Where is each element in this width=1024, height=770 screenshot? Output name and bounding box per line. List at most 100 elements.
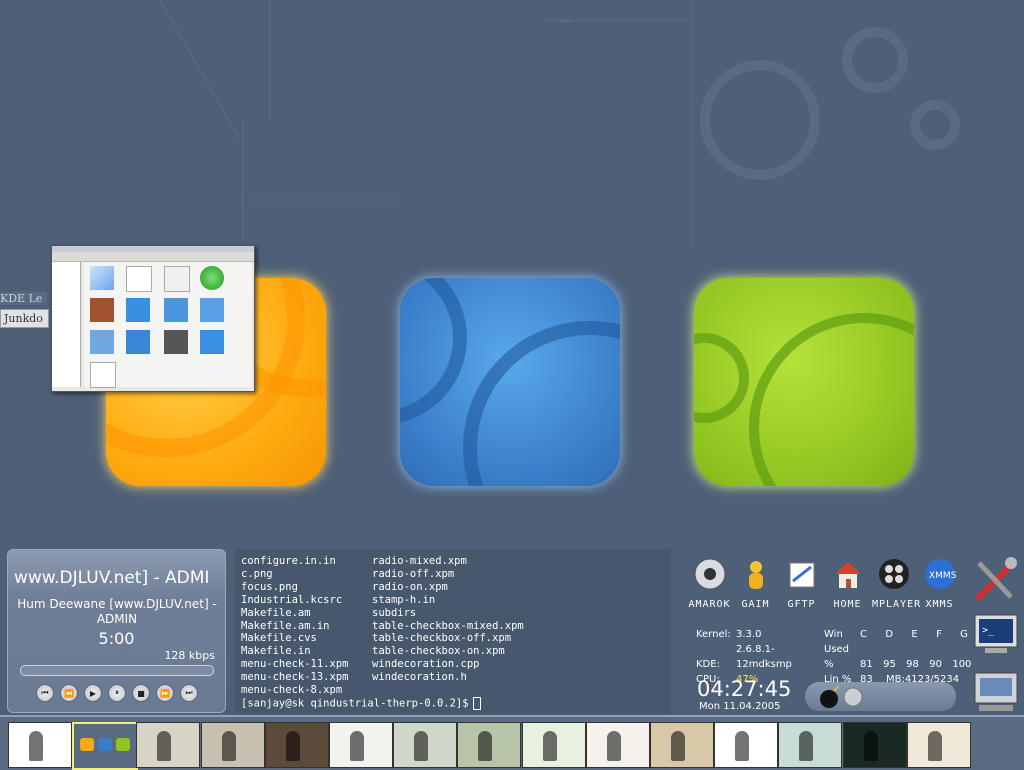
terminal-line: radio-on.xpm xyxy=(372,580,448,593)
forward-button[interactable]: ⏩ xyxy=(156,684,174,702)
launcher-gftp[interactable]: GFTP xyxy=(780,557,823,610)
rewind-button[interactable]: ⏪ xyxy=(60,684,78,702)
terminal-prompt[interactable]: [sanjay@sk qindustrial-therp-0.0.2]$ xyxy=(241,697,481,710)
pause-button[interactable]: ⏸ xyxy=(108,684,126,702)
desktop-thumbnail[interactable] xyxy=(585,722,650,768)
win-label: Win xyxy=(824,629,843,640)
document-icon[interactable] xyxy=(164,266,190,292)
desktop-thumbnail[interactable] xyxy=(650,722,714,768)
terminal-line: focus.png xyxy=(241,580,298,593)
kcontrol-icon[interactable] xyxy=(971,667,1021,717)
tools-icon[interactable] xyxy=(971,555,1021,605)
terminal-line: radio-off.xpm xyxy=(372,567,455,580)
terminal-line: c.png xyxy=(241,567,273,580)
kde-version-value: 2.6.8.1-12mdksmp xyxy=(736,644,792,670)
green-tile xyxy=(694,278,914,486)
previous-button[interactable]: ⏮ xyxy=(36,684,54,702)
launcher-label: AMAROK xyxy=(688,599,731,610)
desktop-thumbnail[interactable] xyxy=(8,722,72,768)
terminal-line: subdirs xyxy=(372,606,417,619)
terminal-line: table-checkbox-on.xpm xyxy=(372,645,505,658)
player-title-scroll: www.DJLUV.net] - ADMI xyxy=(14,568,210,588)
player-bitrate: 128 kbps xyxy=(164,649,215,662)
xmms-icon: XMMS xyxy=(924,559,956,589)
terminal-line: menu-check-11.xpm xyxy=(241,658,349,671)
amarok-icon xyxy=(694,558,725,590)
terminal-line: stamp-h.in xyxy=(372,593,436,606)
refresh-icon[interactable] xyxy=(200,266,224,290)
clock-time: 04:27:45 xyxy=(697,677,792,701)
bomb-icon[interactable] xyxy=(815,682,875,711)
file-icon[interactable] xyxy=(90,266,114,290)
launcher-mplayer[interactable]: MPLAYER xyxy=(872,557,922,610)
konqueror-window-thumbnail[interactable] xyxy=(51,245,255,392)
image-icon[interactable] xyxy=(126,330,150,354)
launcher-home[interactable]: HOME xyxy=(826,557,869,610)
junk-label[interactable]: Junkdo xyxy=(0,309,49,328)
media-player[interactable]: www.DJLUV.net] - ADMI Hum Deewane [www.D… xyxy=(7,549,226,713)
terminal-icon[interactable]: >_ xyxy=(971,611,1021,661)
kde-version-label: KDE: xyxy=(696,659,720,670)
launcher-label: MPLAYER xyxy=(872,599,922,610)
desktop-thumbnail[interactable] xyxy=(906,722,971,768)
image-icon[interactable] xyxy=(200,298,224,322)
used-values: 81 95 98 90 100 xyxy=(860,659,972,670)
app-launchers: AMAROK GAIM GFTP HOME MPLAYER XMMS XMMS xyxy=(688,557,961,610)
terminal-line: menu-check-13.xpm xyxy=(241,671,349,684)
desktop-thumbnail[interactable] xyxy=(521,722,586,768)
player-progress-bar[interactable] xyxy=(20,665,214,676)
drive-headers: C D E F G xyxy=(860,629,968,640)
taskbar xyxy=(0,715,1024,770)
image-icon[interactable] xyxy=(90,298,114,322)
next-button[interactable]: ⏭ xyxy=(180,684,198,702)
terminal-line: Makefile.am.in xyxy=(241,619,330,632)
desktop-thumbnail[interactable] xyxy=(393,722,458,768)
desktop-thumbnail[interactable] xyxy=(842,722,907,768)
folder-tree[interactable] xyxy=(52,262,81,387)
image-icon[interactable] xyxy=(164,298,188,322)
gaim-icon xyxy=(748,561,763,589)
player-track-name: Hum Deewane [www.DJLUV.net] - ADMIN xyxy=(17,597,217,626)
terminal-line: menu-check-8.xpm xyxy=(241,684,343,697)
document-icon[interactable] xyxy=(126,266,152,292)
stop-button[interactable]: ■ xyxy=(132,684,150,702)
terminal-line: radio-mixed.xpm xyxy=(372,555,467,567)
kde-label[interactable]: KDE Le xyxy=(0,292,47,305)
desktop-thumbnail[interactable] xyxy=(778,722,843,768)
gftp-icon xyxy=(789,562,814,588)
terminal-line: windecoration.cpp xyxy=(372,658,480,671)
desktop-thumbnail[interactable] xyxy=(457,722,522,768)
image-icon[interactable] xyxy=(90,330,114,354)
terminal-column-1: configure.in.in c.png focus.png Industrial.… xyxy=(241,555,348,697)
blue-tile xyxy=(400,278,620,486)
svg-text:>>>: >>> xyxy=(560,19,573,25)
image-icon[interactable] xyxy=(126,298,150,322)
terminal-line: Makefile.cvs xyxy=(241,632,317,645)
launcher-amarok[interactable]: AMAROK xyxy=(688,557,731,610)
launcher-label: HOME xyxy=(833,599,862,610)
launcher-xmms[interactable]: XMMS XMMS xyxy=(918,557,961,610)
desktop-thumbnail[interactable] xyxy=(136,722,201,768)
image-icon[interactable] xyxy=(164,330,188,354)
play-button[interactable]: ▶ xyxy=(84,684,102,702)
bomb-bar[interactable] xyxy=(805,682,956,711)
desktop-thumbnail[interactable] xyxy=(714,722,779,768)
launcher-label: GFTP xyxy=(787,599,816,610)
desktop-thumbnail[interactable] xyxy=(200,722,265,768)
file-icon-view[interactable] xyxy=(84,262,252,388)
desktop-thumbnail[interactable] xyxy=(72,722,139,770)
terminal-column-2: radio-mixed.xpm radio-off.xpm radio-on.xpm… xyxy=(372,555,524,684)
terminal-line: Industrial.kcsrc xyxy=(241,593,343,606)
document-icon[interactable] xyxy=(90,362,116,388)
mplayer-icon xyxy=(878,559,909,589)
terminal-line: windecoration.h xyxy=(372,671,467,684)
used-label: Used % xyxy=(824,644,850,670)
desktop-thumbnail[interactable] xyxy=(329,722,393,768)
terminal-window[interactable]: configure.in.in c.png focus.png Industrial.… xyxy=(235,549,671,714)
launcher-gaim[interactable]: GAIM xyxy=(734,557,777,610)
terminal-line: table-checkbox-mixed.xpm xyxy=(372,619,524,632)
svg-text:>_: >_ xyxy=(982,625,995,636)
terminal-line: table-checkbox-off.xpm xyxy=(372,632,512,645)
image-icon[interactable] xyxy=(200,330,224,354)
desktop-thumbnail[interactable] xyxy=(264,722,329,768)
